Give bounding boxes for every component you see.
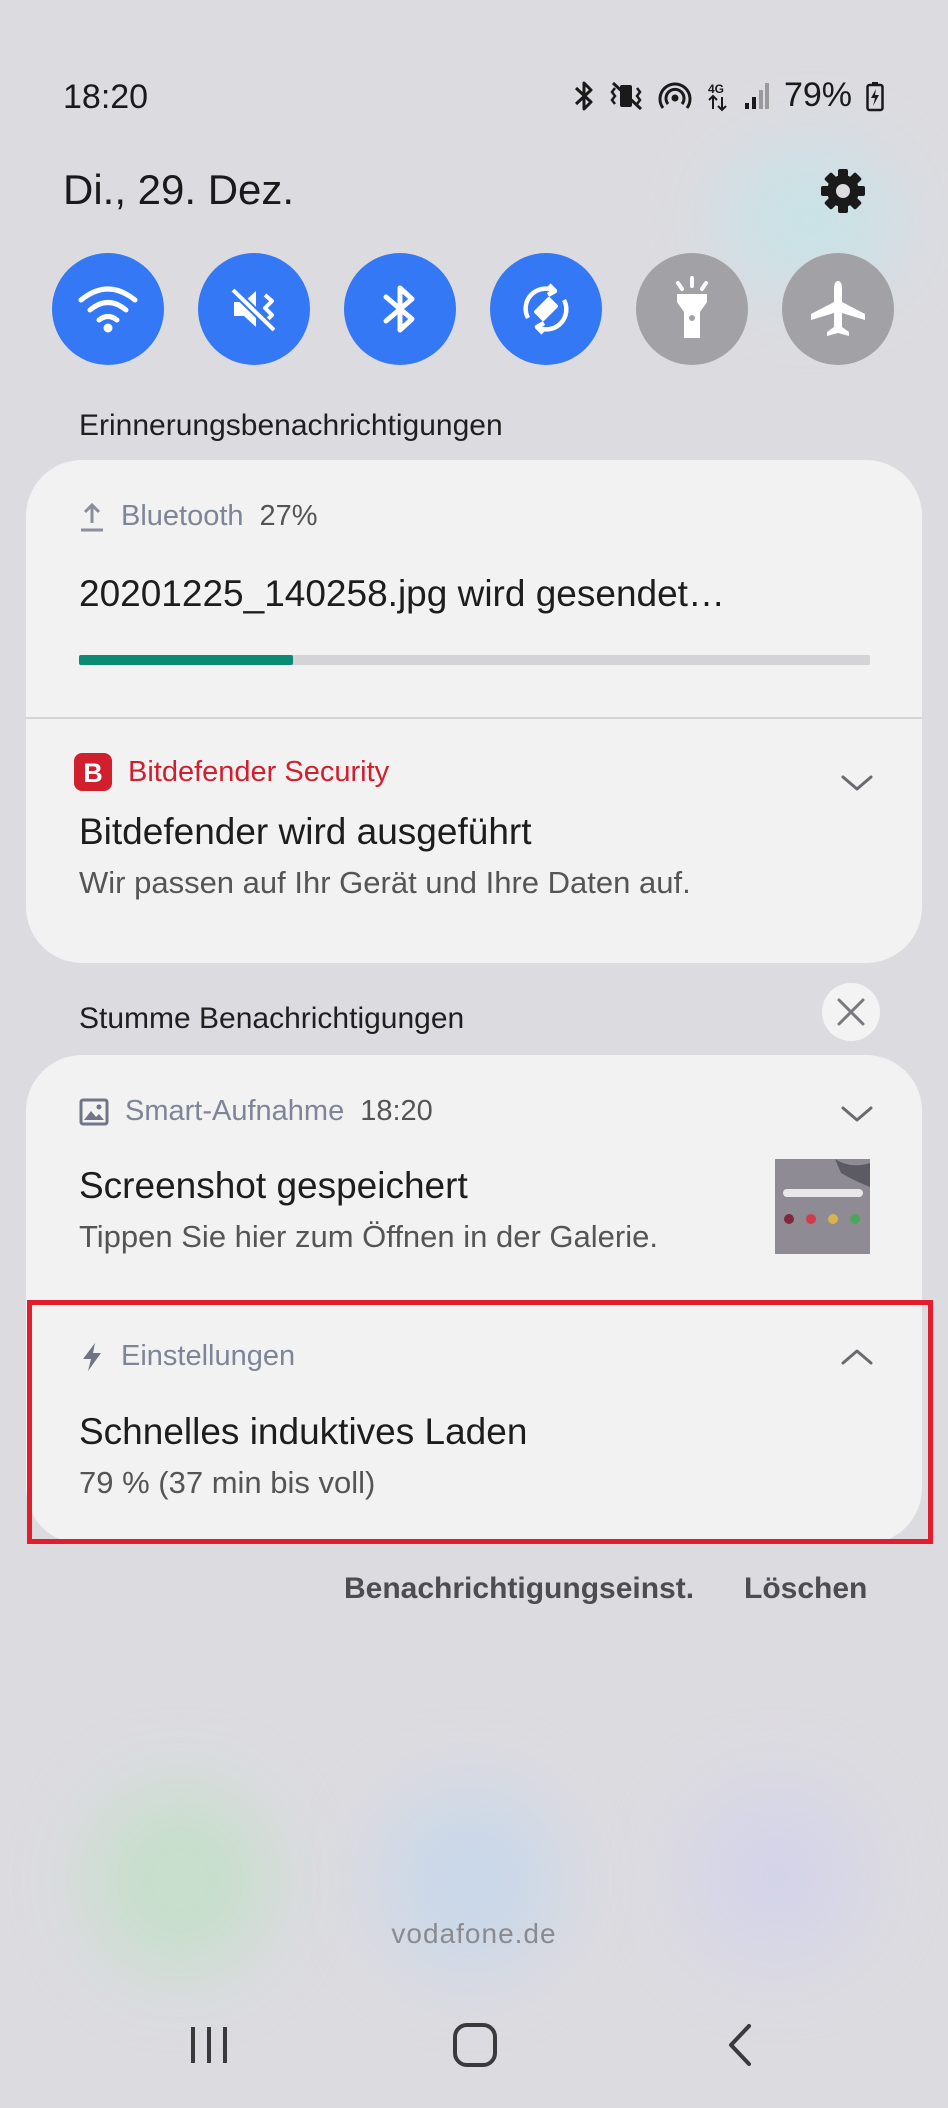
charging-notification[interactable]: Einstellungen Schnelles induktives Laden… [26, 1300, 922, 1544]
notification-header: Smart-Aufnahme 18:20 [79, 1095, 433, 1128]
app-name: Einstellungen [121, 1340, 296, 1372]
chevron-down-icon[interactable] [839, 772, 875, 794]
status-clock: 18:20 [63, 78, 149, 116]
bluetooth-transfer-notification[interactable]: Bluetooth 27% 20201225_140258.jpg wird g… [26, 460, 922, 717]
wifi-icon [78, 286, 138, 333]
wifi-toggle[interactable] [52, 253, 164, 365]
auto-rotate-toggle[interactable] [490, 253, 602, 365]
panel-date[interactable]: Di., 29. Dez. [63, 166, 294, 214]
carrier-label: vodafone.de [391, 1918, 557, 1949]
back-button[interactable] [700, 2015, 780, 2075]
quick-toggles [52, 253, 896, 365]
upload-icon [81, 502, 103, 531]
svg-text:B: B [83, 758, 103, 788]
clear-all-button[interactable]: Löschen [744, 1572, 867, 1606]
settings-gear-icon[interactable] [818, 166, 868, 216]
speaker-mute-icon [230, 287, 277, 333]
notification-title: Screenshot gespeichert [79, 1165, 468, 1206]
bitdefender-logo-icon: B [74, 753, 112, 791]
hotspot-icon [658, 82, 692, 109]
screenshot-thumbnail[interactable] [775, 1159, 870, 1254]
airplane-mode-toggle[interactable] [782, 253, 894, 365]
notification-header: Bluetooth 27% [79, 500, 318, 533]
transfer-progress-fill [79, 655, 293, 665]
bluetooth-icon [574, 81, 593, 110]
clear-silent-button[interactable] [822, 983, 880, 1041]
notification-settings-button[interactable]: Benachrichtigungseinst. [344, 1572, 694, 1606]
app-name: Bluetooth [121, 500, 244, 532]
section-label-silent: Stumme Benachrichtigungen [79, 1002, 465, 1035]
app-name: Bitdefender Security [128, 755, 390, 788]
lightning-icon [83, 1342, 101, 1371]
recents-icon [191, 2027, 227, 2063]
bluetooth-toggle[interactable] [344, 253, 456, 365]
airplane-icon [811, 281, 865, 336]
section-label-alerting: Erinnerungsbenachrichtigungen [79, 409, 503, 442]
battery-charging-icon [866, 81, 884, 111]
bitdefender-notification[interactable]: B Bitdefender Security Bitdefender wird … [26, 719, 922, 963]
recent-apps-button[interactable] [169, 2015, 249, 2075]
notification-header: B Bitdefender Security [74, 753, 389, 791]
svg-text:4G: 4G [708, 82, 724, 96]
notification-title: Bitdefender wird ausgeführt [79, 811, 532, 852]
status-icons: 4G 79% [572, 76, 884, 115]
home-button[interactable] [435, 2015, 515, 2075]
silent-notifications-card: Smart-Aufnahme 18:20 Screenshot gespeich… [26, 1055, 922, 1544]
transfer-progress-bar [79, 655, 870, 665]
vibrate-mute-icon [610, 81, 642, 110]
image-icon [79, 1098, 109, 1125]
transfer-percent: 27% [259, 500, 318, 532]
sound-mute-toggle[interactable] [198, 253, 310, 365]
network-4g-icon: 4G [708, 82, 727, 111]
chevron-up-icon[interactable] [839, 1346, 875, 1368]
notification-body: Tippen Sie hier zum Öffnen in der Galeri… [79, 1219, 658, 1254]
notification-time: 18:20 [360, 1095, 433, 1127]
battery-percent: 79% [783, 76, 852, 114]
notification-title: 20201225_140258.jpg wird gesendet… [79, 573, 725, 614]
signal-icon [744, 82, 769, 109]
home-icon [453, 2023, 497, 2067]
auto-rotate-icon [523, 283, 569, 335]
flashlight-toggle[interactable] [636, 253, 748, 365]
screenshot-notification[interactable]: Smart-Aufnahme 18:20 Screenshot gespeich… [26, 1055, 922, 1300]
notification-header: Einstellungen [79, 1340, 295, 1373]
notification-body: 79 % (37 min bis voll) [79, 1465, 376, 1500]
status-bar: 18:20 4G 79% [0, 0, 948, 190]
alerting-notifications-card: Bluetooth 27% 20201225_140258.jpg wird g… [26, 460, 922, 963]
bluetooth-icon [383, 285, 415, 333]
close-icon [837, 998, 865, 1026]
app-name: Smart-Aufnahme [125, 1095, 345, 1127]
notification-body: Wir passen auf Ihr Gerät und Ihre Daten … [79, 865, 691, 900]
notification-title: Schnelles induktives Laden [79, 1411, 528, 1452]
back-icon [729, 2024, 751, 2066]
chevron-down-icon[interactable] [839, 1103, 875, 1125]
flashlight-icon [676, 276, 708, 338]
